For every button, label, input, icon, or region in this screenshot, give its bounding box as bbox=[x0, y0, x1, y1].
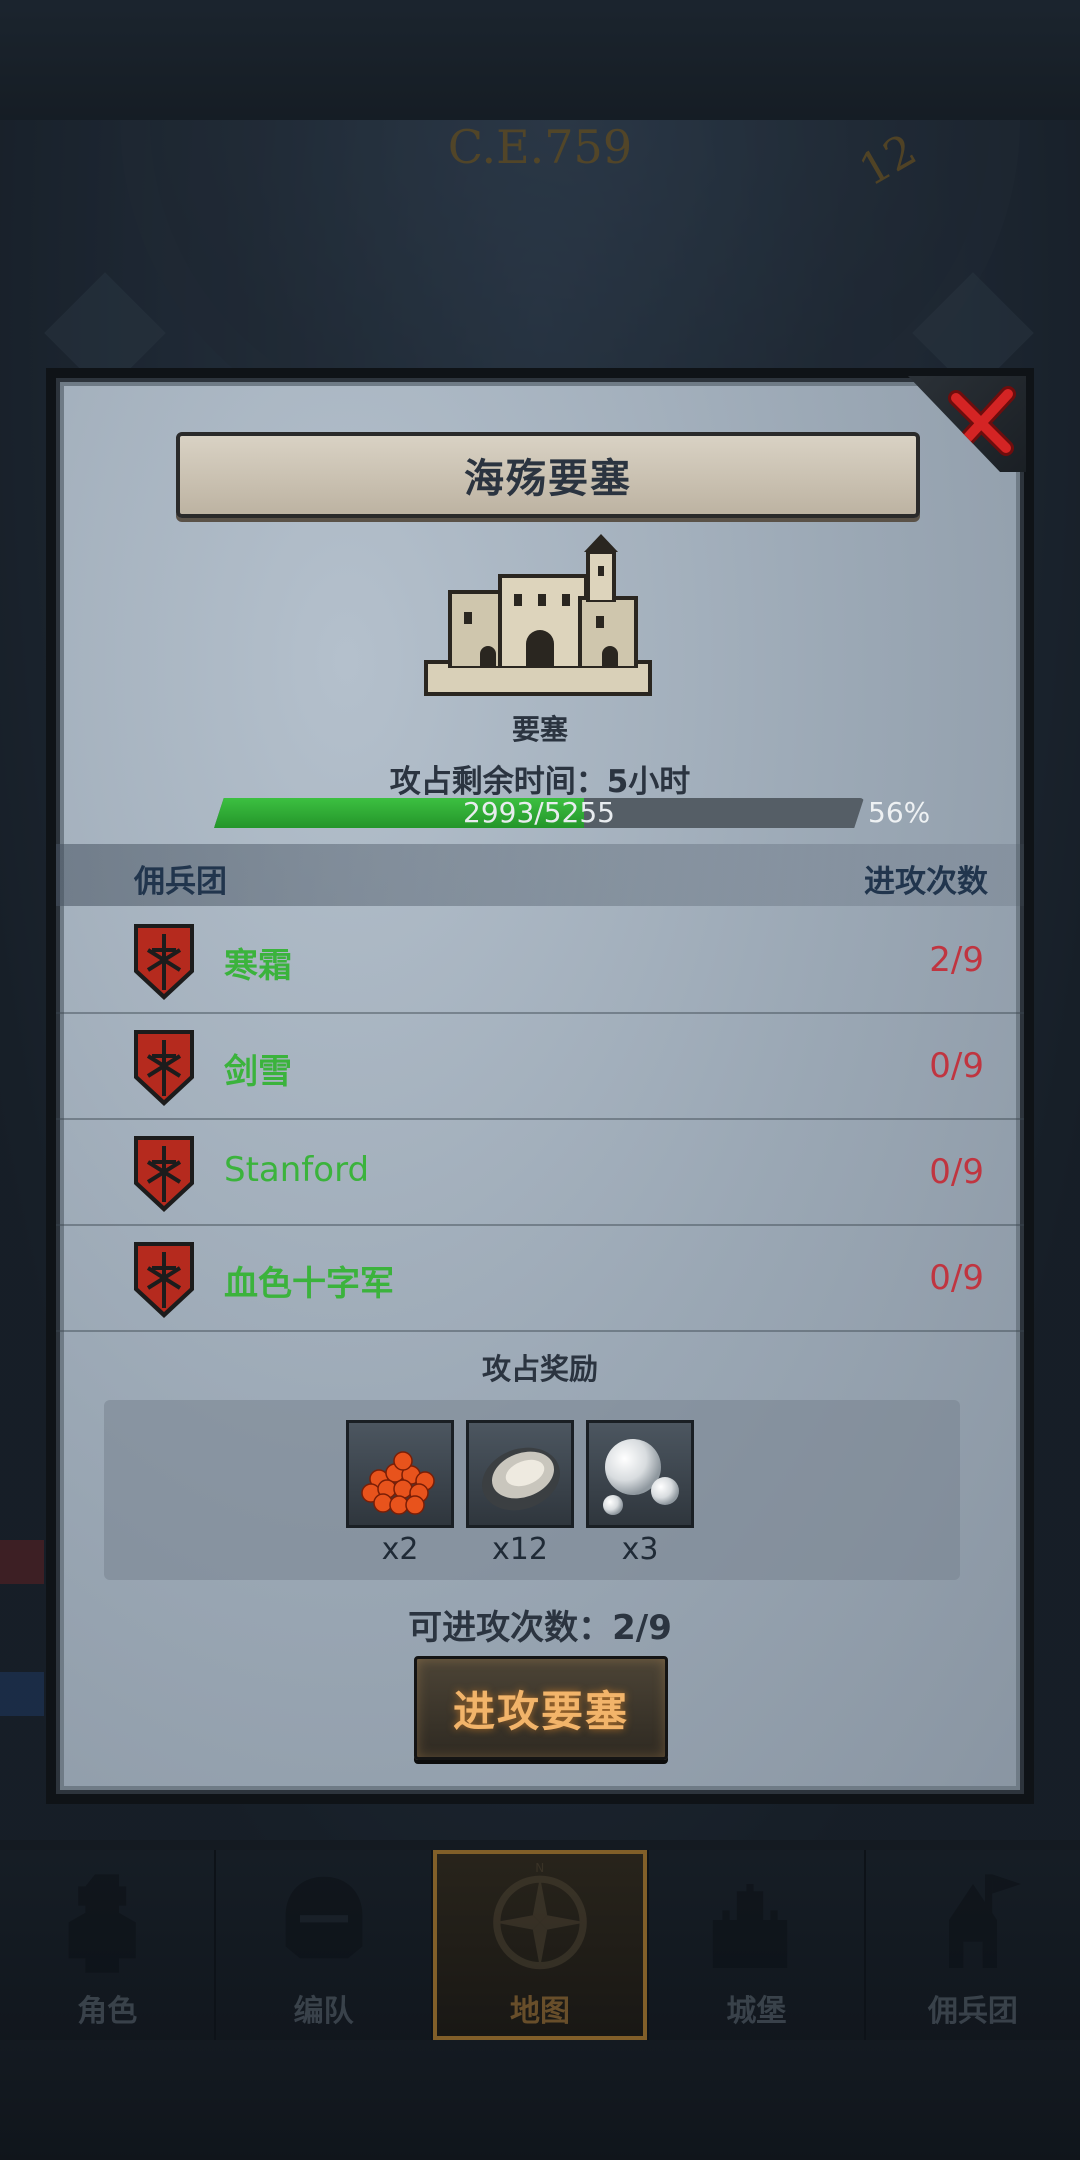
mercenary-name: 剑雪 bbox=[224, 1052, 292, 1092]
attack-count: 0/9 bbox=[929, 1258, 984, 1298]
list-item[interactable]: Stanford 0/9 bbox=[56, 1120, 1024, 1226]
list-item[interactable]: 剑雪 0/9 bbox=[56, 1014, 1024, 1120]
guild-shield-icon bbox=[134, 1030, 194, 1106]
reward-item[interactable]: x12 bbox=[466, 1420, 574, 1567]
reward-qty: x12 bbox=[492, 1532, 548, 1567]
progress-value: 2993/5255 bbox=[463, 796, 615, 829]
close-icon bbox=[948, 386, 1016, 456]
reward-qty: x3 bbox=[621, 1532, 659, 1567]
list-header: 佣兵团 进攻次数 bbox=[56, 844, 1024, 906]
reward-tile bbox=[346, 1420, 454, 1528]
attack-fortress-button[interactable]: 进攻要塞 bbox=[414, 1656, 668, 1760]
guild-shield-icon bbox=[134, 924, 194, 1000]
fortress-icon bbox=[424, 534, 652, 696]
reward-item[interactable]: x3 bbox=[586, 1420, 694, 1567]
attack-count: 0/9 bbox=[929, 1152, 984, 1192]
reward-tile bbox=[586, 1420, 694, 1528]
column-header-attacks: 进攻次数 bbox=[864, 864, 988, 900]
column-header-mercenary: 佣兵团 bbox=[134, 864, 227, 900]
remaining-attempts-label: 可进攻次数：2/9 bbox=[408, 1608, 672, 1648]
list-item[interactable]: 血色十字军 0/9 bbox=[56, 1226, 1024, 1332]
page-title: 海殇要塞 bbox=[464, 456, 632, 502]
capture-time-label: 攻占剩余时间：5小时 bbox=[389, 764, 691, 800]
attack-button-label: 进攻要塞 bbox=[452, 1686, 629, 1736]
attack-count: 0/9 bbox=[929, 1046, 984, 1086]
reward-qty: x2 bbox=[381, 1532, 419, 1567]
salmon-roe-icon bbox=[361, 1451, 435, 1515]
mercenary-name: 寒霜 bbox=[224, 946, 292, 986]
reward-item[interactable]: x2 bbox=[346, 1420, 454, 1567]
close-button[interactable] bbox=[908, 376, 1026, 472]
pearl-icon bbox=[603, 1439, 679, 1515]
fortress-type-label: 要塞 bbox=[511, 713, 568, 746]
guild-shield-icon bbox=[134, 1136, 194, 1212]
guild-shield-icon bbox=[134, 1242, 194, 1318]
title-banner: 海殇要塞 bbox=[176, 432, 920, 518]
progress-percent: 56% bbox=[868, 796, 931, 829]
reward-panel: x2 x12 x3 bbox=[104, 1400, 960, 1580]
list-item[interactable]: 寒霜 2/9 bbox=[56, 908, 1024, 1014]
mercenary-name: Stanford bbox=[224, 1150, 370, 1190]
dialog-panel: 海殇要塞 要塞 攻占剩余时间：5小时 2993/5255 56% 佣兵团 进攻次… bbox=[56, 376, 1026, 1794]
mercenary-name: 血色十字军 bbox=[224, 1264, 394, 1304]
oyster-icon bbox=[482, 1447, 560, 1511]
fortress-dialog: 海殇要塞 要塞 攻占剩余时间：5小时 2993/5255 56% 佣兵团 进攻次… bbox=[46, 368, 1034, 1804]
attack-count: 2/9 bbox=[929, 940, 984, 980]
capture-progress-bar: 2993/5255 bbox=[214, 798, 864, 828]
reward-tile bbox=[466, 1420, 574, 1528]
reward-title: 攻占奖励 bbox=[481, 1352, 598, 1386]
